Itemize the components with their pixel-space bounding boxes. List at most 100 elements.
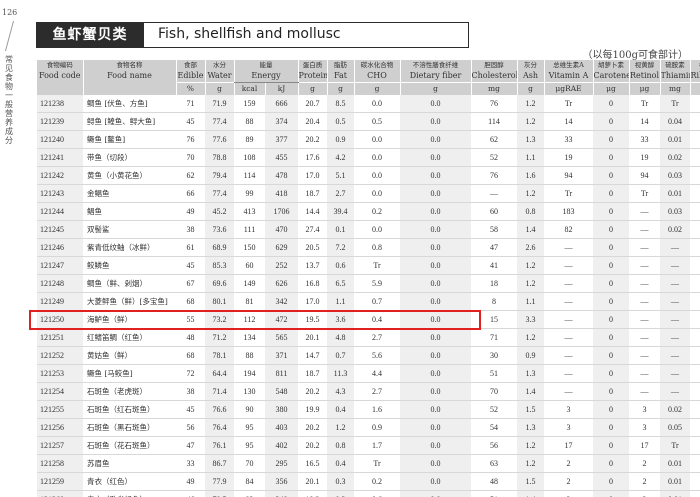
cell-vitamin-a: 2 (544, 472, 593, 492)
cell-fat: 0.4 (327, 400, 354, 420)
cell-vitamin-a: 183 (544, 202, 593, 222)
cell-fat: 0.1 (327, 220, 354, 240)
cell-fiber: 0.0 (400, 238, 471, 258)
header-protein-en: Protein (297, 70, 327, 83)
section-title-en: Fish, shellfish and mollusc (144, 22, 469, 48)
header-fat-cn: 脂肪 (326, 60, 354, 70)
header-cholesterol-cn: 胆固醇 (470, 60, 517, 70)
cell-retinol: — (629, 364, 660, 384)
cell-fiber: 0.0 (400, 328, 471, 348)
cell-cho: 0.5 (354, 112, 400, 132)
cell-carotene: 0 (593, 95, 629, 114)
cell-edible: 38 (176, 220, 205, 240)
cell-energy-kcal: 90 (234, 400, 265, 420)
cell-energy-kj: 565 (265, 328, 298, 348)
cell-vitamin-a: — (544, 256, 593, 276)
table-row: 121247 鲛鳞鱼 45 85.3 60 252 13.7 0.6 Tr 0.0 41 1.2—0—… (37, 256, 700, 276)
cell-riboflavin: 0.08 (690, 166, 700, 186)
cell-ash: 1.5 (517, 472, 544, 492)
cell-carotene: 0 (593, 400, 629, 420)
cell-carotene: 0 (593, 166, 629, 186)
cell-energy-kcal: 84 (234, 472, 265, 492)
cell-cholesterol: — (471, 184, 517, 204)
cell-food-name: 石斑鱼（花石斑鱼） (83, 436, 176, 456)
cell-protein: 13.7 (298, 256, 327, 276)
cell-fat: 2.7 (327, 184, 354, 204)
cell-carotene: 0 (593, 310, 629, 330)
cell-edible: 72 (176, 364, 205, 384)
cell-protein: 17.0 (298, 166, 327, 186)
cell-vitamin-a: 19 (544, 148, 593, 168)
cell-protein: 20.5 (298, 238, 327, 258)
cell-food-code: 121239 (37, 112, 83, 132)
table-row: 121245 双髻鲨 38 73.6 111 470 27.4 0.1 0.0 0.0 58 1.4 8… (37, 220, 700, 240)
cell-fat: 0.7 (327, 346, 354, 366)
cell-thiamin: 0.02 (660, 400, 690, 420)
cell-food-name: 紫青低纹鲉（冰鲜） (83, 238, 176, 258)
cell-food-code: 121253 (37, 364, 83, 384)
cell-fiber: 0.0 (400, 454, 471, 474)
cell-water: 79.4 (205, 166, 234, 186)
table-row: 121248 鲷鱼（鲜、剁烟） 67 69.6 149 626 16.8 6.5 5.9 0.0 1… (37, 274, 700, 294)
table-row: 121256 石斑鱼（黑石斑鱼） 56 76.4 95 403 20.2 1.2 0.9 0.0 5… (37, 418, 700, 438)
cell-edible: 47 (176, 436, 205, 456)
table-body: 121238 鲷鱼 [伏鱼、方鱼] 71 71.9 159 666 20.7 8.5 0.0 0.… (37, 95, 700, 497)
cell-fat: 5.1 (327, 166, 354, 186)
cell-edible: 66 (176, 184, 205, 204)
cell-riboflavin: — (690, 274, 700, 294)
cell-energy-kcal: 413 (234, 202, 265, 222)
cell-protein: 20.2 (298, 436, 327, 456)
cell-food-code: 121258 (37, 454, 83, 474)
cell-riboflavin: — (690, 382, 700, 402)
cell-riboflavin: — (690, 346, 700, 366)
cell-food-name: 红鳍笛鲷（红鱼） (83, 328, 176, 348)
cell-food-name: 石斑鱼（红石斑鱼） (83, 400, 176, 420)
cell-edible: 38 (176, 382, 205, 402)
cell-protein: 19.5 (298, 310, 327, 330)
cell-edible: 49 (176, 472, 205, 492)
cell-energy-kj: 478 (265, 166, 298, 186)
cell-food-name: 带鱼（切段） (83, 148, 176, 168)
nutrition-table: 食物编码 食物名称 食部 水分 能量 蛋白质 脂肪 碳水化合物 不溶性膳食纤维 … (37, 60, 700, 497)
cell-food-name: 石斑鱼（黑石斑鱼） (83, 418, 176, 438)
cell-protein: 16.8 (298, 274, 327, 294)
cell-retinol: — (629, 238, 660, 258)
unit-note: （以每100g可食部计） (582, 50, 689, 61)
cell-food-code: 121250 (37, 310, 83, 330)
header-food-name-cn: 食物名称 (82, 60, 176, 70)
cell-cho: 0.0 (354, 95, 400, 114)
cell-energy-kcal: 95 (234, 418, 265, 438)
cell-carotene: 0 (593, 238, 629, 258)
cell-water: 45.2 (205, 202, 234, 222)
cell-ash: 1.2 (517, 328, 544, 348)
cell-energy-kcal: 130 (234, 382, 265, 402)
cell-energy-kj: 666 (265, 95, 298, 114)
cell-fat: 8.5 (327, 95, 354, 114)
table-row: 121260青衣（孔雀绿色）4678.58234819.20.30.60.051… (37, 490, 700, 497)
cell-thiamin: — (660, 292, 690, 312)
cell-water: 78.1 (205, 346, 234, 366)
cell-food-code: 121247 (37, 256, 83, 276)
cell-water: 76.4 (205, 418, 234, 438)
cell-energy-kj: 402 (265, 436, 298, 456)
cell-edible: 76 (176, 130, 205, 150)
table-row: 121239 鲟鱼 [鳇鱼、鲟大鱼] 45 77.4 88 374 20.4 0.5 0.5 0.… (37, 112, 700, 132)
cell-ash: 1.1 (517, 148, 544, 168)
cell-fat: 6.5 (327, 274, 354, 294)
cell-fat: 4.8 (327, 328, 354, 348)
cell-cholesterol: 56 (471, 436, 517, 456)
cell-cho: 0.2 (354, 202, 400, 222)
cell-retinol: 3 (629, 400, 660, 420)
cell-energy-kcal: 82 (234, 490, 265, 497)
cell-energy-kcal: 194 (234, 364, 265, 384)
cell-food-code: 121260 (37, 490, 83, 497)
cell-fiber: 0.0 (400, 490, 471, 497)
cell-water: 78.8 (205, 148, 234, 168)
cell-vitamin-a: 17 (544, 436, 593, 456)
cell-water: 77.9 (205, 472, 234, 492)
cell-energy-kj: 455 (265, 148, 298, 168)
cell-fat: 3.6 (327, 310, 354, 330)
cell-food-name: 海鲈鱼（鲜） (83, 310, 176, 330)
cell-cholesterol: 76 (471, 166, 517, 186)
header-water-cn: 水分 (204, 60, 234, 70)
